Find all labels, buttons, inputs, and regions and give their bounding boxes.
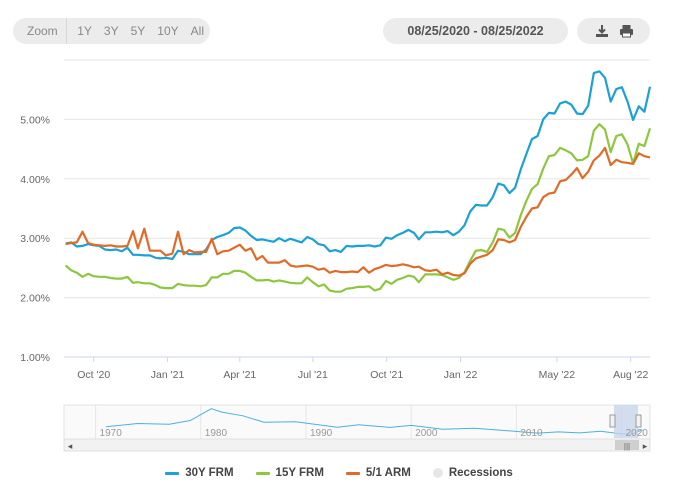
zoom-all-button[interactable]: All xyxy=(185,24,210,38)
chart-legend: 30Y FRM 15Y FRM 5/1 ARM Recessions xyxy=(0,464,678,482)
y-tick-label: 4.00% xyxy=(20,174,50,186)
legend-label: 15Y FRM xyxy=(275,467,324,479)
scroll-right-arrow-icon[interactable]: ▸ xyxy=(643,441,648,451)
zoom-5y-button[interactable]: 5Y xyxy=(125,24,152,38)
zoom-bar: Zoom 1Y 3Y 5Y 10Y All xyxy=(13,18,210,44)
navigator-handle-left[interactable] xyxy=(609,414,616,428)
navigator-scrollbar-grip-icon: ||| xyxy=(624,442,630,451)
x-tick-label: Jan '21 xyxy=(151,369,185,381)
legend-label: 30Y FRM xyxy=(185,467,234,479)
x-tick-label: Jul '21 xyxy=(298,369,328,381)
navigator-year-label: 1980 xyxy=(205,428,228,439)
legend-item-15y-frm[interactable]: 15Y FRM xyxy=(255,464,324,482)
legend-dot-icon xyxy=(432,468,443,478)
x-tick-label: Oct '21 xyxy=(370,369,403,381)
y-tick-label: 2.00% xyxy=(20,293,50,305)
zoom-label: Zoom xyxy=(27,24,58,38)
navigator-scrollbar-track[interactable] xyxy=(63,438,651,452)
navigator-year-label: 2000 xyxy=(415,428,438,439)
x-tick-label: Apr '21 xyxy=(223,369,256,381)
x-tick-label: May '22 xyxy=(539,369,576,381)
navigator-handle-right[interactable] xyxy=(635,414,642,428)
legend-item-5-1-arm[interactable]: 5/1 ARM xyxy=(345,464,411,482)
y-tick-label: 3.00% xyxy=(20,233,50,245)
zoom-1y-button[interactable]: 1Y xyxy=(71,24,98,38)
navigator-year-label: 2010 xyxy=(520,428,543,439)
legend-swatch-icon xyxy=(255,471,270,475)
legend-item-recessions[interactable]: Recessions xyxy=(432,464,513,482)
download-icon[interactable] xyxy=(595,24,609,38)
series-line-30y-frm[interactable] xyxy=(65,70,652,261)
zoom-10y-button[interactable]: 10Y xyxy=(151,24,184,38)
navigator-year-label: 1990 xyxy=(310,428,333,439)
zoom-3y-button[interactable]: 3Y xyxy=(98,24,125,38)
legend-item-30y-frm[interactable]: 30Y FRM xyxy=(165,464,234,482)
legend-label: Recessions xyxy=(448,467,513,479)
legend-swatch-icon xyxy=(345,471,360,475)
print-icon[interactable] xyxy=(619,24,633,38)
navigator-year-label: 1970 xyxy=(100,428,123,439)
zoom-separator xyxy=(66,18,68,44)
navigator-year-label: 2020 xyxy=(626,428,649,439)
time-navigator[interactable]: 1970 1980 1990 2000 2010 2020 ||| ◂ ▸ xyxy=(0,398,678,458)
legend-swatch-icon xyxy=(165,471,180,475)
mortgage-rate-chart: 1.00% 2.00% 3.00% 4.00% 5.00% Oct '20 Jan '21… xyxy=(20,59,652,381)
x-tick-label: Jan '22 xyxy=(444,369,478,381)
y-tick-label: 5.00% xyxy=(20,114,50,126)
x-tick-label: Aug '22 xyxy=(613,369,648,381)
date-range-display[interactable]: 08/25/2020 - 08/25/2022 xyxy=(383,18,568,44)
x-tick-label: Oct '20 xyxy=(77,369,110,381)
legend-label: 5/1 ARM xyxy=(365,467,411,479)
series-line-15y-frm[interactable] xyxy=(64,123,652,293)
export-controls xyxy=(577,18,650,44)
scroll-left-arrow-icon[interactable]: ◂ xyxy=(68,441,73,451)
y-tick-label: 1.00% xyxy=(20,352,50,364)
